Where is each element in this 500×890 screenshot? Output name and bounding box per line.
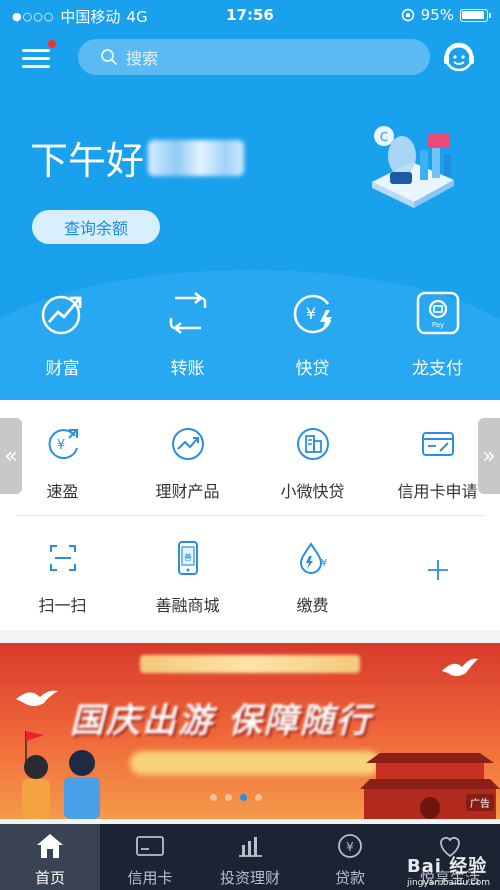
quick-action-fast-loan[interactable]: ¥ 快贷 (250, 290, 375, 379)
trend-circle-icon (171, 428, 204, 460)
grid-divider (16, 515, 484, 516)
tab-loan[interactable]: ¥ 贷款 (300, 824, 400, 890)
chevron-left-icon: « (4, 443, 18, 469)
quick-action-label: 转账 (170, 359, 205, 379)
quick-action-label: 财富 (45, 359, 80, 379)
drop-yuan-icon: ¥ (299, 542, 327, 574)
query-balance-button[interactable]: 查询余额 (32, 210, 160, 244)
notification-dot (48, 40, 56, 48)
grid-prev-arrow[interactable]: « (0, 418, 22, 494)
battery-icon (460, 8, 491, 22)
service-micro-loan[interactable]: 小微快贷 (250, 426, 375, 502)
phone-shop-icon: 善 (177, 541, 198, 575)
search-bar[interactable]: 搜索 (78, 39, 430, 75)
dove-icon (16, 690, 58, 706)
status-bar: ●○○○ 中国移动 4G 17:56 95% (0, 0, 500, 30)
svg-text:¥: ¥ (56, 438, 64, 453)
dove-icon (442, 658, 478, 676)
service-shanrong-mall[interactable]: 善 善融商城 (125, 540, 250, 616)
tab-label: 贷款 (334, 869, 365, 887)
chart-up-icon (41, 295, 81, 335)
bottom-tab-bar: 首页 信用卡 投资理财 ¥ 贷款 悦享生活 Bai 经验 jingyan.bai… (0, 824, 500, 890)
yuan-arrows-icon: ¥ (48, 429, 78, 460)
building-icon (296, 428, 329, 460)
watermark-brand: Bai 经验 (406, 856, 488, 877)
credit-card-icon (136, 836, 164, 856)
banner-subline (130, 751, 380, 775)
customer-service-icon[interactable] (440, 38, 478, 76)
service-label: 缴费 (296, 596, 329, 615)
chevron-right-icon: » (482, 443, 496, 469)
plus-icon (427, 560, 448, 580)
quick-action-transfer[interactable]: 转账 (125, 290, 250, 379)
service-grid: ¥ 速盈 理财产品 小微快贷 信用卡申请 扫一扫 善 善融商城 ¥ 缴费 (0, 400, 500, 630)
service-label: 善融商城 (155, 596, 220, 615)
greeting: 下午好 (30, 130, 245, 185)
baidu-watermark: Bai 经验 jingyan.baidu.com (407, 852, 490, 888)
promo-banner[interactable]: 国庆出游 保障随行 广告 (0, 643, 500, 819)
top-banner-area: ●○○○ 中国移动 4G 17:56 95% 搜索 下午好 查询余额 C 财富 … (0, 0, 500, 400)
card-edit-icon (421, 432, 454, 456)
search-placeholder: 搜索 (126, 49, 159, 68)
tab-label: 投资理财 (219, 869, 280, 887)
finance-illustration-icon: C (372, 126, 454, 208)
tab-label: 信用卡 (127, 869, 173, 887)
quick-action-dragon-pay[interactable]: Pay 龙支付 (375, 290, 500, 379)
yuan-bolt-icon: ¥ (293, 294, 332, 334)
tab-investment[interactable]: 投资理财 (200, 824, 300, 890)
app-screen: ●○○○ 中国移动 4G 17:56 95% 搜索 下午好 查询余额 C 财富 … (0, 0, 500, 890)
svg-text:¥: ¥ (346, 840, 354, 854)
service-label: 小微快贷 (280, 482, 345, 501)
tab-label: 首页 (34, 869, 65, 887)
quick-action-wealth[interactable]: 财富 (0, 290, 125, 379)
loan-icon: ¥ (338, 834, 362, 858)
orientation-lock-icon (401, 8, 414, 22)
search-icon (101, 49, 117, 65)
bar-chart-icon (239, 837, 262, 857)
menu-button[interactable] (22, 40, 56, 70)
svg-text:¥: ¥ (320, 558, 326, 569)
service-label: 理财产品 (155, 482, 220, 501)
ad-label: 广告 (466, 794, 494, 811)
service-pay-bills[interactable]: ¥ 缴费 (250, 540, 375, 616)
tab-home[interactable]: 首页 (0, 824, 100, 890)
home-icon (37, 834, 63, 858)
greeting-text: 下午好 (30, 139, 145, 183)
transfer-icon (169, 292, 206, 334)
svg-text:¥: ¥ (305, 304, 315, 323)
tab-credit-card[interactable]: 信用卡 (100, 824, 200, 890)
banner-ribbon (140, 655, 360, 673)
pay-card-icon: Pay (416, 291, 459, 335)
travelers-illustration-icon (22, 731, 100, 819)
service-wealth-products[interactable]: 理财产品 (125, 426, 250, 502)
svg-text:善: 善 (184, 552, 192, 562)
banner-pagination (210, 794, 262, 801)
grid-next-arrow[interactable]: » (478, 418, 500, 494)
svg-text:C: C (380, 130, 388, 144)
service-label: 扫一扫 (38, 596, 87, 615)
add-service-button[interactable] (375, 540, 500, 588)
quick-action-label: 龙支付 (412, 359, 463, 379)
battery-percent: 95% (420, 6, 454, 24)
user-name-blurred (148, 139, 245, 176)
scan-icon (49, 545, 76, 571)
quick-action-label: 快贷 (295, 359, 330, 379)
watermark-url: jingyan.baidu.com (406, 878, 490, 888)
svg-text:Pay: Pay (431, 321, 443, 329)
service-scan[interactable]: 扫一扫 (0, 540, 125, 616)
